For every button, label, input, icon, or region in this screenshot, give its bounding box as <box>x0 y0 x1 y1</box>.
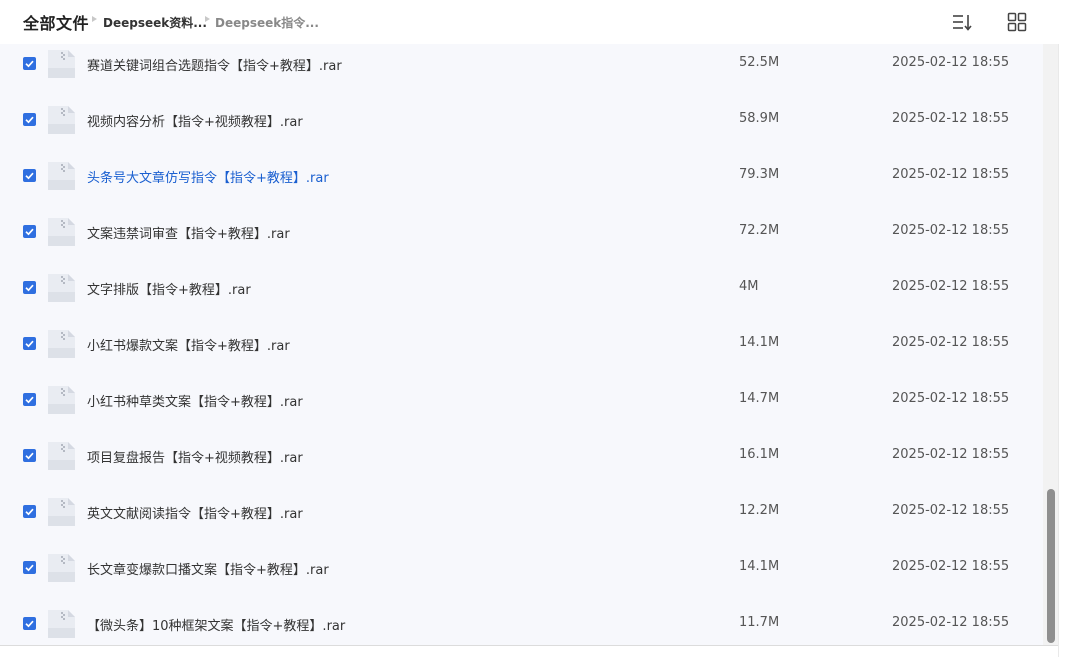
file-row[interactable]: 文案违禁词审查【指令+教程】.rar 72.2M 2025-02-12 18:55 <box>0 218 1043 274</box>
file-date: 2025-02-12 18:55 <box>892 391 1010 406</box>
file-list: 赛道关键词组合选题指令【指令+教程】.rar 52.5M 2025-02-12 18… <box>0 44 1043 645</box>
breadcrumb-separator-icon <box>205 16 210 22</box>
row-checkbox[interactable] <box>23 617 36 630</box>
file-name[interactable]: 文字排版【指令+教程】.rar <box>87 279 251 298</box>
file-size: 58.9M <box>739 111 780 126</box>
archive-file-icon <box>46 554 76 582</box>
breadcrumb-root[interactable]: 全部文件 <box>23 10 89 34</box>
row-checkbox[interactable] <box>23 281 36 294</box>
header-bar: 全部文件 Deepseek资料... Deepseek指令... <box>0 0 1069 44</box>
row-checkbox[interactable] <box>23 505 36 518</box>
archive-file-icon <box>46 162 76 190</box>
bottom-padding <box>0 646 1058 657</box>
sort-icon[interactable] <box>950 10 974 34</box>
archive-file-icon <box>46 106 76 134</box>
file-name[interactable]: 英文文献阅读指令【指令+教程】.rar <box>87 503 303 522</box>
file-name[interactable]: 视频内容分析【指令+视频教程】.rar <box>87 111 303 130</box>
file-name[interactable]: 文案违禁词审查【指令+教程】.rar <box>87 223 290 242</box>
file-date: 2025-02-12 18:55 <box>892 55 1010 70</box>
row-checkbox[interactable] <box>23 561 36 574</box>
row-checkbox[interactable] <box>23 169 36 182</box>
row-checkbox[interactable] <box>23 393 36 406</box>
file-date: 2025-02-12 18:55 <box>892 335 1010 350</box>
archive-file-icon <box>46 274 76 302</box>
file-size: 72.2M <box>739 223 780 238</box>
right-pane-edge <box>1058 0 1069 657</box>
file-date: 2025-02-12 18:55 <box>892 111 1010 126</box>
file-row[interactable]: 英文文献阅读指令【指令+教程】.rar 12.2M 2025-02-12 18:55 <box>0 498 1043 554</box>
file-size: 12.2M <box>739 503 780 518</box>
breadcrumb-level2[interactable]: Deepseek指令... <box>215 14 319 31</box>
scrollbar-thumb[interactable] <box>1047 489 1055 643</box>
row-checkbox[interactable] <box>23 225 36 238</box>
archive-file-icon <box>46 50 76 78</box>
file-size: 16.1M <box>739 447 780 462</box>
row-checkbox[interactable] <box>23 337 36 350</box>
file-row[interactable]: 小红书种草类文案【指令+教程】.rar 14.7M 2025-02-12 18:55 <box>0 386 1043 442</box>
file-date: 2025-02-12 18:55 <box>892 615 1010 630</box>
file-size: 14.1M <box>739 335 780 350</box>
archive-file-icon <box>46 610 76 638</box>
file-row[interactable]: 文字排版【指令+教程】.rar 4M 2025-02-12 18:55 <box>0 274 1043 330</box>
file-date: 2025-02-12 18:55 <box>892 167 1010 182</box>
archive-file-icon <box>46 442 76 470</box>
file-row[interactable]: 【微头条】10种框架文案【指令+教程】.rar 11.7M 2025-02-12 1… <box>0 610 1043 645</box>
file-size: 11.7M <box>739 615 780 630</box>
row-checkbox[interactable] <box>23 113 36 126</box>
file-row[interactable]: 项目复盘报告【指令+视频教程】.rar 16.1M 2025-02-12 18:55 <box>0 442 1043 498</box>
file-size: 14.7M <box>739 391 780 406</box>
file-row[interactable]: 视频内容分析【指令+视频教程】.rar 58.9M 2025-02-12 18:55 <box>0 106 1043 162</box>
archive-file-icon <box>46 498 76 526</box>
archive-file-icon <box>46 218 76 246</box>
file-date: 2025-02-12 18:55 <box>892 559 1010 574</box>
file-date: 2025-02-12 18:55 <box>892 279 1010 294</box>
file-date: 2025-02-12 18:55 <box>892 503 1010 518</box>
grid-view-icon[interactable] <box>1005 10 1029 34</box>
file-date: 2025-02-12 18:55 <box>892 447 1010 462</box>
file-row[interactable]: 赛道关键词组合选题指令【指令+教程】.rar 52.5M 2025-02-12 18… <box>0 50 1043 106</box>
file-row[interactable]: 头条号大文章仿写指令【指令+教程】.rar 79.3M 2025-02-12 18:… <box>0 162 1043 218</box>
row-checkbox[interactable] <box>23 57 36 70</box>
file-name[interactable]: 长文章变爆款口播文案【指令+教程】.rar <box>87 559 329 578</box>
file-size: 4M <box>739 279 759 294</box>
file-name[interactable]: 项目复盘报告【指令+视频教程】.rar <box>87 447 303 466</box>
archive-file-icon <box>46 330 76 358</box>
file-name[interactable]: 【微头条】10种框架文案【指令+教程】.rar <box>87 615 345 634</box>
file-row[interactable]: 小红书爆款文案【指令+教程】.rar 14.1M 2025-02-12 18:55 <box>0 330 1043 386</box>
breadcrumb-level1[interactable]: Deepseek资料... <box>103 14 207 31</box>
file-name[interactable]: 小红书种草类文案【指令+教程】.rar <box>87 391 303 410</box>
file-name[interactable]: 头条号大文章仿写指令【指令+教程】.rar <box>87 167 329 186</box>
file-size: 14.1M <box>739 559 780 574</box>
file-date: 2025-02-12 18:55 <box>892 223 1010 238</box>
file-name[interactable]: 赛道关键词组合选题指令【指令+教程】.rar <box>87 55 342 74</box>
row-checkbox[interactable] <box>23 449 36 462</box>
breadcrumb-separator-icon <box>92 16 97 22</box>
file-size: 52.5M <box>739 55 780 70</box>
file-manager: 赛道关键词组合选题指令【指令+教程】.rar 52.5M 2025-02-12 18… <box>0 0 1069 657</box>
file-size: 79.3M <box>739 167 780 182</box>
file-row[interactable]: 长文章变爆款口播文案【指令+教程】.rar 14.1M 2025-02-12 18:… <box>0 554 1043 610</box>
file-name[interactable]: 小红书爆款文案【指令+教程】.rar <box>87 335 290 354</box>
archive-file-icon <box>46 386 76 414</box>
